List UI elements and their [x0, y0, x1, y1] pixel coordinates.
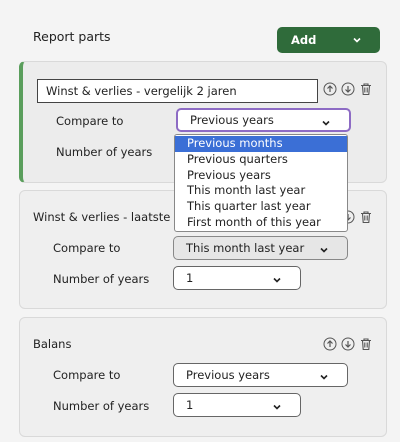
number-of-years-value: 1: [186, 398, 194, 412]
trash-icon[interactable]: [359, 210, 373, 224]
card-actions: [323, 82, 373, 96]
add-button-label: Add: [291, 33, 317, 47]
compare-to-value: This month last year: [186, 241, 305, 255]
compare-to-label: Compare to: [53, 368, 121, 382]
trash-icon[interactable]: [359, 337, 373, 351]
dropdown-option[interactable]: Previous years: [175, 168, 347, 184]
number-of-years-select[interactable]: 1: [173, 266, 301, 290]
chevron-down-icon: [272, 402, 286, 416]
number-of-years-label: Number of years: [53, 272, 150, 286]
number-of-years-select[interactable]: 1: [173, 393, 301, 417]
move-up-icon[interactable]: [323, 337, 337, 351]
compare-to-label: Compare to: [53, 241, 121, 255]
dropdown-option[interactable]: Previous quarters: [175, 152, 347, 168]
dropdown-option[interactable]: This quarter last year: [175, 199, 347, 215]
compare-to-value: Previous years: [190, 113, 274, 127]
compare-to-label: Compare to: [56, 114, 124, 128]
move-up-icon[interactable]: [323, 82, 337, 96]
chevron-down-icon: [272, 275, 286, 289]
page-title: Report parts: [33, 29, 111, 44]
number-of-years-label: Number of years: [56, 145, 153, 159]
number-of-years-label: Number of years: [53, 399, 150, 413]
report-part-title-input[interactable]: Winst & verlies - vergelijk 2 jaren: [37, 79, 318, 103]
card-actions: [323, 337, 373, 351]
compare-to-dropdown-list: Previous months Previous quarters Previo…: [174, 134, 348, 232]
dropdown-option[interactable]: Previous months: [175, 136, 347, 152]
compare-to-select[interactable]: Previous years: [176, 108, 351, 132]
dropdown-option[interactable]: First month of this year: [175, 215, 347, 231]
compare-to-select[interactable]: This month last year: [173, 236, 348, 260]
report-part-title: Balans: [33, 337, 72, 351]
compare-to-value: Previous years: [186, 368, 270, 382]
report-part-card: Balans Compare to Previous years Number …: [19, 317, 387, 437]
chevron-down-icon: [319, 372, 333, 386]
move-down-icon[interactable]: [341, 337, 355, 351]
add-button[interactable]: Add: [277, 27, 380, 53]
report-part-title: Winst & verlies - laatste 3 m: [33, 210, 197, 224]
number-of-years-value: 1: [186, 271, 194, 285]
dropdown-option[interactable]: This month last year: [175, 183, 347, 199]
trash-icon[interactable]: [359, 82, 373, 96]
chevron-down-icon: [352, 35, 366, 49]
chevron-down-icon: [321, 118, 335, 132]
move-down-icon[interactable]: [341, 82, 355, 96]
chevron-down-icon: [319, 245, 333, 259]
compare-to-select[interactable]: Previous years: [173, 363, 348, 387]
